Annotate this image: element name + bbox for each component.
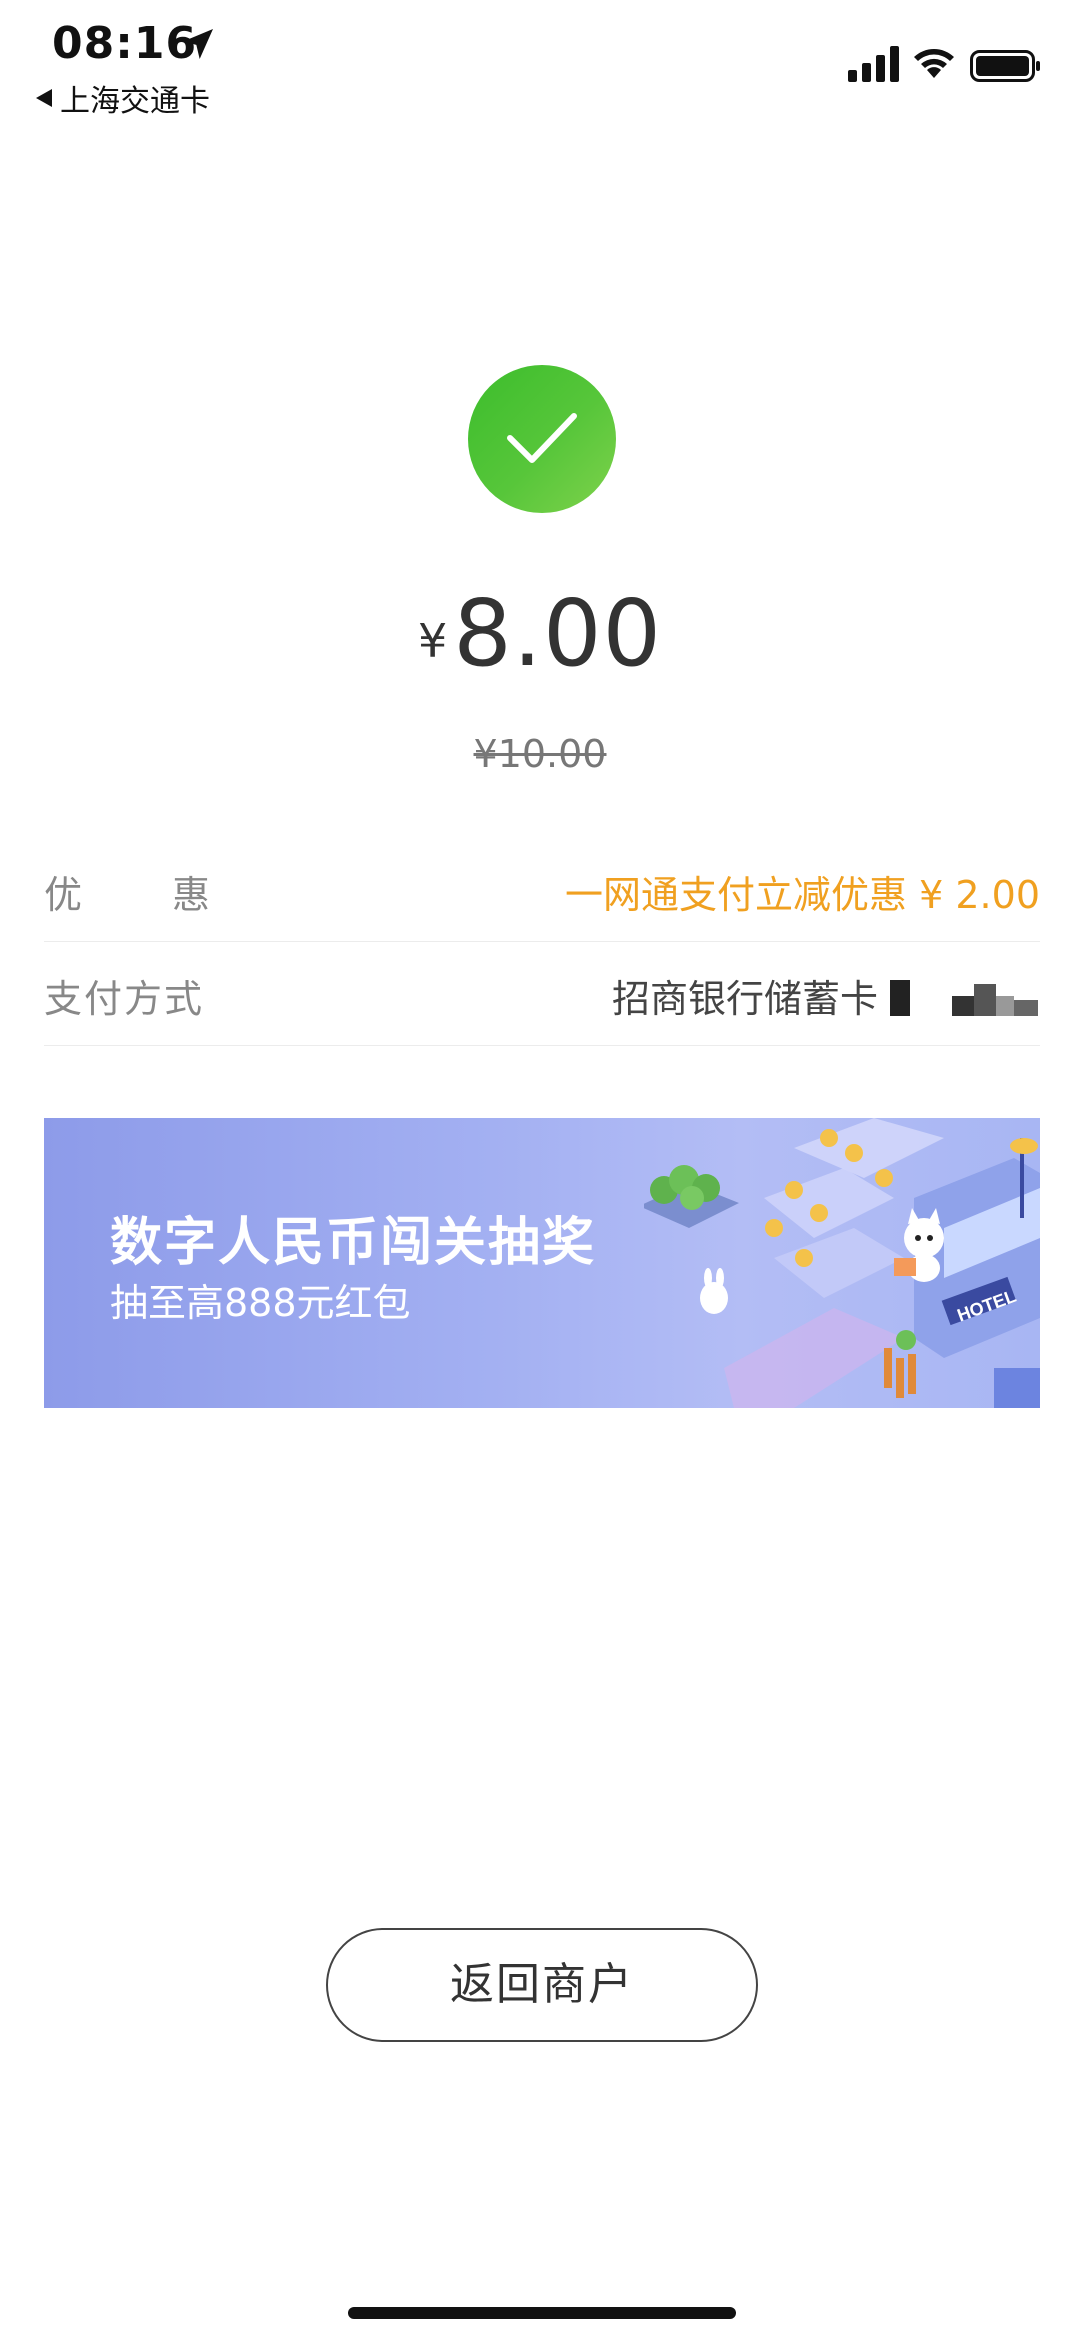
banner-title: 数字人民币闯关抽奖 — [110, 1213, 597, 1273]
discount-label: 优惠 — [44, 873, 301, 917]
amount-value: 8.00 — [453, 580, 663, 687]
back-to-app-link[interactable]: 上海交通卡 — [36, 76, 210, 120]
banner-illustration: HOTEL — [644, 1118, 1040, 1408]
battery-icon — [970, 50, 1040, 82]
original-price: ¥10.00 — [473, 732, 607, 776]
banner-subtitle: 抽至高888元红包 — [110, 1281, 411, 1325]
signal-icon — [848, 46, 899, 82]
payment-method-row: 支付方式 招商银行储蓄卡 — [44, 942, 1040, 1046]
check-icon — [507, 413, 577, 463]
success-check-icon — [468, 365, 616, 513]
discount-row: 优惠 一网通支付立减优惠 ¥ 2.00 — [44, 838, 1040, 942]
return-to-merchant-button[interactable]: 返回商户 — [326, 1928, 758, 2042]
payment-method-label: 支付方式 — [44, 977, 205, 1021]
promo-banner[interactable]: 数字人民币闯关抽奖 抽至高888元红包 HOTEL — [44, 1118, 1040, 1408]
back-triangle-icon — [36, 89, 52, 107]
currency-symbol: ¥ — [417, 614, 448, 668]
masked-card-number — [890, 980, 1038, 1016]
home-indicator[interactable] — [348, 2307, 736, 2319]
status-bar: 08:16 上海交通卡 — [0, 0, 1080, 130]
payment-method-value: 招商银行储蓄卡 — [611, 977, 878, 1021]
status-time: 08:16 — [52, 18, 198, 69]
location-arrow-icon — [183, 29, 213, 59]
wifi-icon — [914, 49, 954, 78]
back-app-label: 上海交通卡 — [60, 84, 210, 119]
discount-value: 一网通支付立减优惠 ¥ 2.00 — [565, 873, 1040, 917]
paid-amount: ¥8.00 — [0, 580, 1080, 687]
